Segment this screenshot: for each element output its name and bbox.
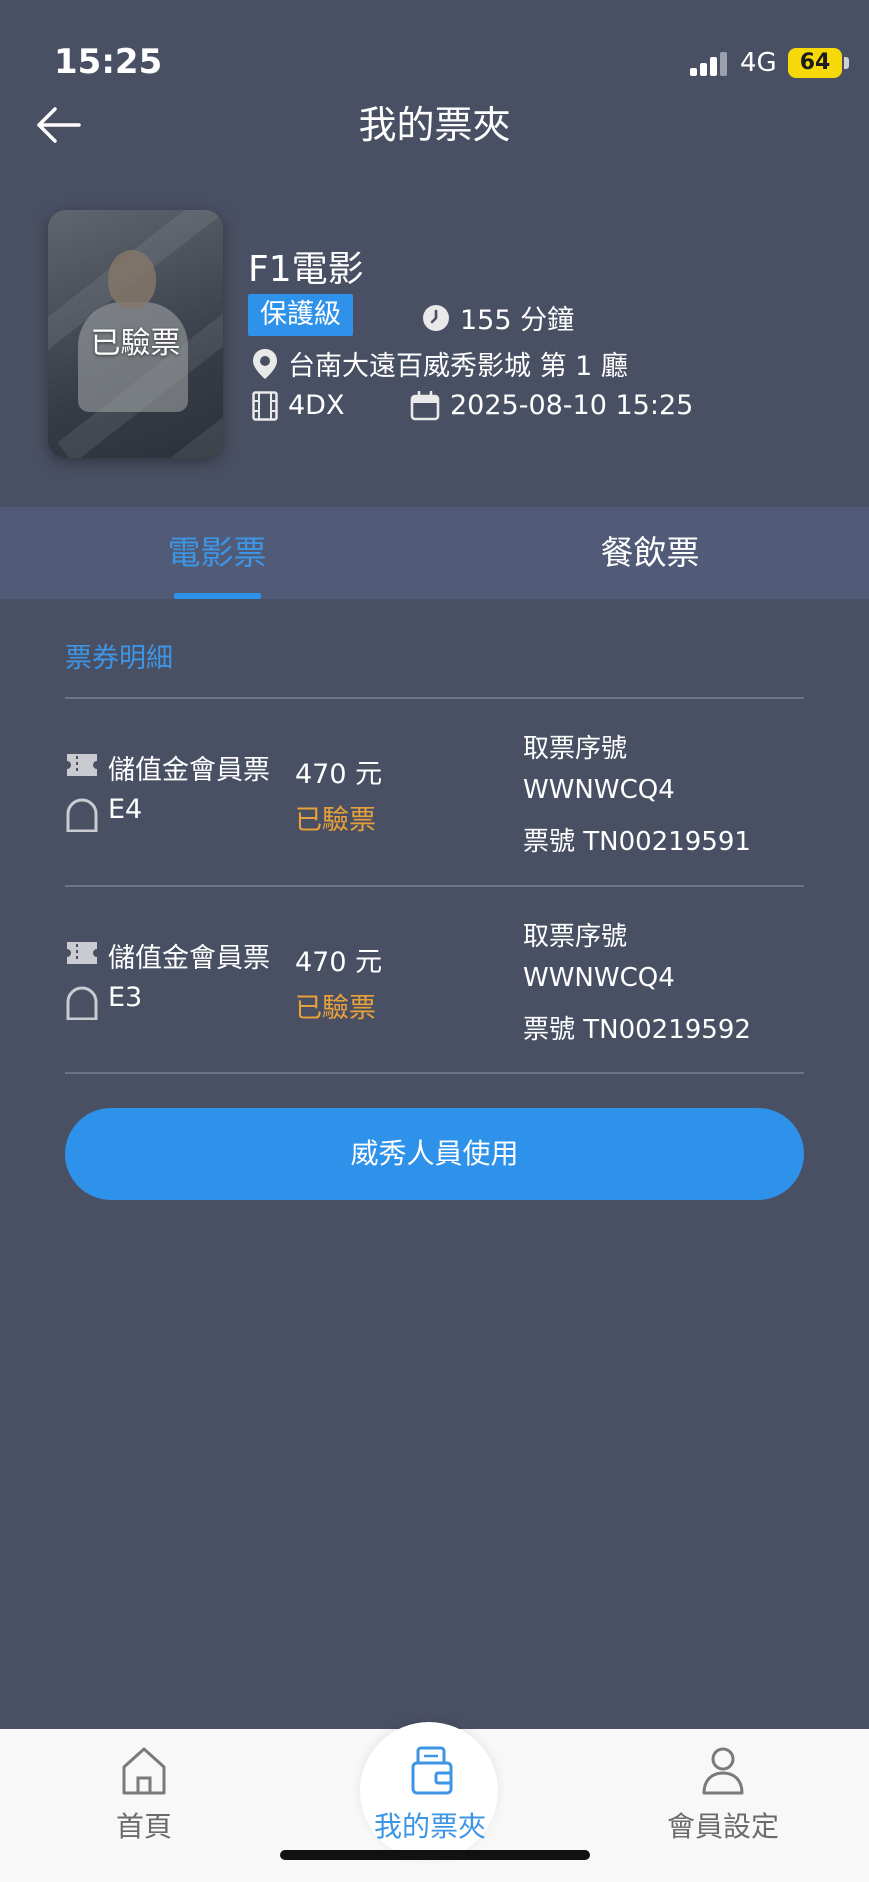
status-time: 15:25 [54, 42, 163, 82]
location-pin-icon [253, 348, 277, 379]
format-info: 4DX [252, 390, 344, 421]
pickup-code: WWNWCQ4 [523, 963, 675, 993]
film-icon [252, 390, 278, 421]
poster-status-label: 已驗票 [90, 326, 181, 361]
ticket-number: 票號 TN00219591 [523, 827, 751, 857]
movie-title: F1電影 [248, 249, 364, 290]
ticket-price: 470 元 [295, 947, 383, 978]
home-indicator [280, 1850, 590, 1860]
seat-icon [65, 798, 99, 836]
network-type: 4G [740, 48, 777, 78]
ticket-price: 470 元 [295, 759, 383, 790]
calendar-icon [410, 390, 440, 420]
divider [65, 885, 804, 887]
wallet-icon [411, 1746, 453, 1795]
ticket-tabs: 電影票 餐飲票 [0, 507, 869, 599]
nav-member-label: 會員設定 [666, 1810, 779, 1843]
ticket-number: 票號 TN00219592 [523, 1015, 751, 1045]
pickup-code: WWNWCQ4 [523, 775, 675, 805]
ticket-status: 已驗票 [295, 993, 376, 1024]
showtime-text: 2025-08-10 15:25 [450, 390, 694, 421]
page-title: 我的票夾 [358, 103, 511, 147]
staff-use-button[interactable]: 威秀人員使用 [65, 1108, 804, 1200]
section-title: 票券明細 [65, 643, 173, 674]
format-text: 4DX [288, 390, 345, 421]
movie-poster: 已驗票 [48, 210, 223, 458]
ticket-status: 已驗票 [295, 805, 376, 836]
pickup-label: 取票序號 [523, 734, 628, 764]
seat-icon [65, 986, 99, 1024]
divider [65, 1072, 804, 1074]
rating-badge: 保護級 [248, 294, 353, 336]
nav-home-label: 首頁 [115, 1810, 172, 1843]
home-icon [122, 1747, 166, 1795]
pickup-label: 取票序號 [523, 922, 628, 952]
duration-info: 155 分鐘 [422, 298, 574, 337]
ticket-type: 儲值金會員票 [108, 755, 270, 786]
tab-food-tickets[interactable]: 餐飲票 [520, 507, 780, 599]
active-tab-indicator [174, 593, 261, 599]
seat-number: E4 [108, 794, 143, 825]
cinema-text: 台南大遠百威秀影城 第 1 廳 [288, 351, 628, 382]
clock-icon [423, 304, 449, 331]
nav-wallet-label: 我的票夾 [373, 1810, 486, 1843]
divider [65, 697, 804, 699]
battery-tip [844, 57, 849, 69]
battery-indicator: 64 [788, 48, 842, 78]
tab-movie-tickets[interactable]: 電影票 [87, 507, 347, 599]
cinema-info: 台南大遠百威秀影城 第 1 廳 [252, 344, 628, 383]
showtime-info: 2025-08-10 15:25 [410, 390, 693, 421]
ticket-type: 儲值金會員票 [108, 943, 270, 974]
seat-number: E3 [108, 982, 143, 1013]
signal-icon [690, 52, 727, 76]
person-icon [702, 1747, 744, 1795]
ticket-icon [65, 940, 99, 970]
duration-text: 155 分鐘 [460, 305, 575, 336]
ticket-icon [65, 752, 99, 782]
